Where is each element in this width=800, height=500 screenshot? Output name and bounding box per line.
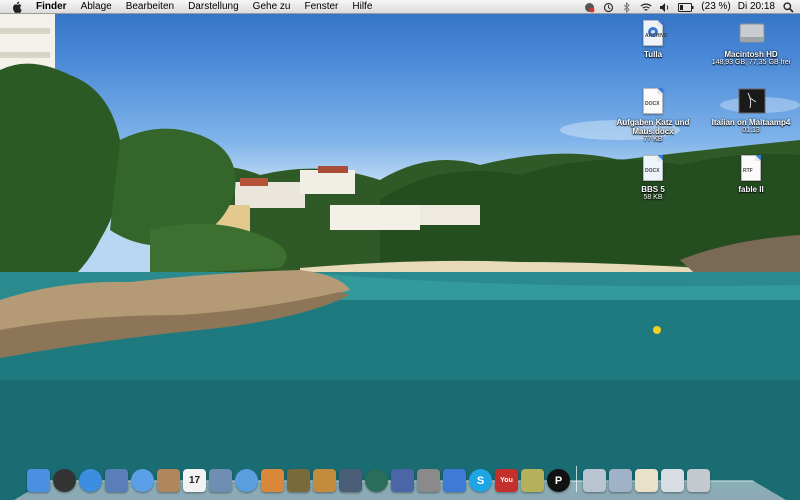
dock-icon-text: S: [476, 474, 485, 487]
dock-finder-icon[interactable]: [27, 469, 50, 492]
dock-youtube-icon[interactable]: You: [495, 469, 518, 492]
desktop-icon-fable-ii[interactable]: RTF fable II: [706, 155, 796, 194]
word-document-icon: DOCX: [640, 88, 666, 116]
dock-applications-folder-icon[interactable]: [583, 469, 606, 492]
dock-spaces-icon[interactable]: [339, 469, 362, 492]
menu-bar: Finder Ablage Bearbeiten Darstellung Geh…: [0, 0, 800, 14]
dock-downloads-stack-icon[interactable]: [661, 469, 684, 492]
dock-system-preferences-icon[interactable]: [417, 469, 440, 492]
dock-preview-icon[interactable]: [209, 469, 232, 492]
desktop-icon-label: fable II: [738, 185, 764, 194]
hard-drive-icon: [738, 20, 765, 48]
dock-imovie-icon[interactable]: [287, 469, 310, 492]
dock-dashboard-icon[interactable]: [53, 469, 76, 492]
sync-alert-icon[interactable]: [583, 1, 595, 13]
dock-icon-text: 17: [188, 475, 201, 486]
menu-gehe-zu[interactable]: Gehe zu: [246, 0, 298, 14]
desktop-wallpaper: [0, 0, 800, 500]
desktop-icon-info: 77 KB: [643, 136, 663, 143]
dock-mail-icon[interactable]: [105, 469, 128, 492]
dock-iphoto-icon[interactable]: [261, 469, 284, 492]
dock-trash-icon[interactable]: [687, 469, 710, 492]
desktop-icon-italian-on-malta[interactable]: Italian on Maltaamp4 01:13: [706, 88, 796, 135]
desktop-icon-info: 01:13: [742, 127, 760, 134]
dock-skype-icon[interactable]: S: [469, 469, 492, 492]
menu-extras: (23 %) Di 20:18: [583, 0, 794, 14]
dock-garageband-icon[interactable]: [313, 469, 336, 492]
volume-icon[interactable]: [659, 1, 671, 13]
desktop-icon-label: BBS 5: [641, 185, 665, 194]
desktop-icon-info: 148,93 GB, 77,35 GB frei: [711, 59, 791, 66]
menu-ablage[interactable]: Ablage: [74, 0, 119, 14]
dock-pages-icon[interactable]: P: [547, 469, 570, 492]
dock-ical-icon[interactable]: 17: [183, 469, 206, 492]
time-machine-icon[interactable]: [602, 1, 614, 13]
desktop-icon-macintosh-hd[interactable]: Macintosh HD 148,93 GB, 77,35 GB frei: [706, 20, 796, 67]
apple-logo-icon[interactable]: [10, 0, 24, 14]
dock-documents-stack-icon[interactable]: [635, 469, 658, 492]
menu-fenster[interactable]: Fenster: [297, 0, 345, 14]
menu-bearbeiten[interactable]: Bearbeiten: [119, 0, 181, 14]
word-document-icon: DOCX: [640, 155, 666, 183]
dock-time-machine-icon[interactable]: [365, 469, 388, 492]
desktop-icon-label: Tulla: [643, 50, 663, 59]
wallpaper-scenery: [0, 0, 800, 500]
desktop-icon-label-line2: Maus.docx: [632, 127, 674, 136]
dock-word-icon[interactable]: [443, 469, 466, 492]
desktop-icon-label: Aufgaben Katz und: [616, 118, 690, 127]
desktop-icon-bbs-5[interactable]: DOCX BBS 5 58 KB: [608, 155, 698, 202]
battery-percentage[interactable]: (23 %): [701, 0, 730, 14]
dock-pictures-folder-icon[interactable]: [609, 469, 632, 492]
desktop-icon-info: 58 KB: [643, 194, 663, 201]
dock-address-book-icon[interactable]: [157, 469, 180, 492]
dock-safari-icon[interactable]: [79, 469, 102, 492]
desktop-icon-label: Macintosh HD: [724, 50, 778, 59]
menu-hilfe[interactable]: Hilfe: [345, 0, 379, 14]
wifi-icon[interactable]: [640, 1, 652, 13]
dock-ichat-icon[interactable]: [131, 469, 154, 492]
desktop-icon-label: Italian on Maltaamp4: [711, 118, 791, 127]
archive-file-icon: ARCHIVE: [640, 20, 668, 48]
dock-separator: [576, 466, 577, 492]
battery-icon[interactable]: [678, 1, 694, 13]
dock-icon-text: P: [554, 474, 563, 487]
dock-star-app-icon[interactable]: [521, 469, 544, 492]
dock-automator-icon[interactable]: [391, 469, 414, 492]
desktop-icon-aufgaben[interactable]: DOCX Aufgaben Katz und Maus.docx 77 KB: [608, 88, 698, 144]
bluetooth-icon[interactable]: [621, 1, 633, 13]
menu-clock[interactable]: Di 20:18: [738, 0, 775, 14]
dock-itunes-icon[interactable]: [235, 469, 258, 492]
menu-finder[interactable]: Finder: [32, 0, 74, 14]
menu-darstellung[interactable]: Darstellung: [181, 0, 246, 14]
dock-icon-text: You: [500, 477, 513, 484]
video-file-icon: [738, 88, 766, 116]
spotlight-search-icon[interactable]: [782, 1, 794, 13]
desktop-icon-tulla[interactable]: ARCHIVE Tulla: [608, 20, 698, 59]
rtf-document-icon: RTF: [738, 155, 764, 183]
dock: 17 S You P: [27, 462, 710, 492]
